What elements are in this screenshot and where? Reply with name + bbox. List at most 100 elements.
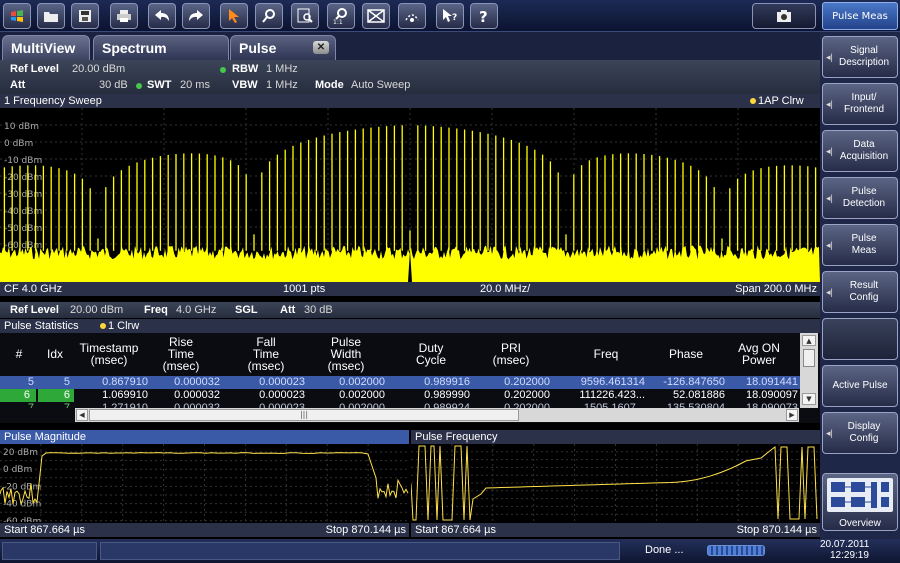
chevron-left-icon: ◂| [826, 146, 833, 156]
column-header[interactable]: Idx [40, 348, 70, 360]
softkey-empty[interactable] [822, 318, 898, 360]
softkey-active-pulse[interactable]: Active Pulse [822, 365, 898, 407]
pulse-frequency-title-bar[interactable]: Pulse Frequency [411, 430, 820, 444]
pulse-meas-menu-button[interactable]: Pulse Meas [822, 2, 898, 30]
spectrum-settings-bar[interactable]: Ref Level 20.00 dBm Att 30 dB SWT 20 ms … [0, 60, 820, 94]
chevron-left-icon: ◂| [826, 287, 833, 297]
pulse-ref-level-value: 20.00 dBm [70, 304, 124, 316]
scroll-up-icon[interactable]: ▲ [802, 335, 816, 346]
zoom-table-icon[interactable] [291, 3, 319, 29]
softkey-pulse-detection[interactable]: ◂| Pulse Detection [822, 177, 898, 219]
rbw-label: RBW [232, 63, 259, 75]
tab-pulse[interactable]: Pulse ✕ [230, 35, 336, 60]
tab-multiview-label: MultiView [11, 40, 76, 56]
table-cell: 0.000023 [259, 376, 305, 388]
table-cell: 7 [27, 402, 34, 408]
y-tick-label: -10 dBm [4, 156, 42, 166]
softkey-input-frontend[interactable]: ◂| Input/ Frontend [822, 83, 898, 125]
save-icon[interactable] [71, 3, 99, 29]
column-header[interactable]: # [4, 348, 34, 360]
softkey-result-config[interactable]: ◂| Result Config [822, 271, 898, 313]
table-horizontal-scrollbar[interactable]: ◀ ||| ▶ [75, 408, 799, 422]
tab-multiview[interactable]: MultiView [2, 35, 90, 60]
softkey-display-config[interactable]: ◂| Display Config [822, 412, 898, 454]
zoom-out-icon[interactable] [362, 3, 390, 29]
svg-text:?: ? [479, 8, 488, 24]
progress-bar [707, 545, 765, 556]
status-field-left [2, 542, 97, 560]
softkey-label: Result Config [849, 280, 879, 303]
screenshot-icon[interactable] [752, 3, 816, 29]
softkey-label: Pulse Meas [851, 233, 877, 256]
softkey-data-acquisition[interactable]: ◂| Data Acquisition [822, 130, 898, 172]
open-icon[interactable] [37, 3, 65, 29]
column-header[interactable]: Avg ON Power [720, 342, 798, 366]
frequency-per-division: 20.0 MHz/ [480, 283, 531, 295]
pulse-magnitude-footer: Start 867.664 µs Stop 870.144 µs [0, 523, 409, 537]
softkey-overview[interactable]: Overview [822, 473, 898, 531]
close-icon[interactable]: ✕ [313, 41, 329, 54]
single-sweep-label: SGL [235, 304, 258, 316]
chevron-left-icon: ◂| [826, 193, 833, 203]
softkey-label: Data Acquisition [839, 139, 889, 162]
table-row[interactable]: 6 6 1.069910 0.000032 0.000023 0.002000 0.9899… [0, 389, 800, 402]
status-done: Done ... [645, 544, 684, 556]
help-icon[interactable]: ? [470, 3, 498, 29]
y-tick-label: -60 dBm [3, 517, 41, 522]
trace-dot-icon [750, 98, 756, 104]
horizontal-scroll-thumb[interactable]: ||| [89, 409, 519, 421]
table-cell: 111226.423... [579, 389, 645, 401]
pointer-icon[interactable] [220, 3, 248, 29]
tab-spectrum[interactable]: Spectrum [93, 35, 229, 60]
column-header[interactable]: Phase [647, 348, 725, 360]
tab-bar: MultiView Spectrum Pulse ✕ [0, 32, 820, 60]
table-vertical-scrollbar[interactable]: ▲ ▼ [800, 333, 818, 408]
column-header[interactable]: Rise Time (msec) [142, 336, 220, 372]
column-header[interactable]: Fall Time (msec) [227, 336, 305, 372]
pulse-frequency-title: Pulse Frequency [415, 431, 498, 443]
zoom-1-1-icon[interactable]: 1:1 [327, 3, 355, 29]
zoom-icon[interactable] [255, 3, 283, 29]
table-row[interactable]: 5 5 0.867910 0.000032 0.000023 0.002000 0.9899… [0, 376, 800, 389]
chevron-left-icon: ◂| [826, 428, 833, 438]
signal-icon[interactable] [398, 3, 426, 29]
column-header[interactable]: Freq [567, 348, 645, 360]
column-header[interactable]: Pulse Width (msec) [307, 336, 385, 372]
svg-text:1:1: 1:1 [333, 19, 343, 25]
print-icon[interactable] [110, 3, 138, 29]
pulse-frequency-plot[interactable] [411, 444, 820, 522]
rbw-value: 1 MHz [266, 63, 298, 75]
y-tick-label: -20 dBm [3, 482, 41, 492]
scroll-down-icon[interactable]: ▼ [802, 393, 816, 405]
frequency-sweep-title: 1 Frequency Sweep [4, 95, 102, 107]
scroll-thumb[interactable] [803, 349, 815, 367]
pulse-freq-label: Freq [144, 304, 168, 316]
scroll-left-icon[interactable]: ◀ [76, 409, 88, 421]
tab-spectrum-label: Spectrum [102, 40, 167, 56]
help-pointer-icon[interactable]: ? [436, 3, 464, 29]
redo-icon[interactable] [182, 3, 210, 29]
frequency-sweep-plot[interactable]: 10 dBm 0 dBm -10 dBm -20 dBm -30 dBm -40 dBm -… [0, 108, 820, 282]
table-cell: 7 [63, 402, 70, 408]
softkey-pulse-meas[interactable]: ◂| Pulse Meas [822, 224, 898, 266]
scroll-right-icon[interactable]: ▶ [786, 409, 798, 421]
softkey-signal-description[interactable]: ◂| Signal Description [822, 36, 898, 78]
pulse-magnitude-plot[interactable]: 20 dBm 0 dBm -20 dBm -40 dBm -60 dBm [0, 444, 409, 522]
pulse-statistics-title-bar[interactable]: Pulse Statistics 1 Clrw [0, 319, 820, 333]
undo-icon[interactable] [148, 3, 176, 29]
chevron-left-icon: ◂| [826, 99, 833, 109]
column-header[interactable]: Timestamp (msec) [70, 342, 148, 366]
pulse-settings-bar[interactable]: Ref Level 20.00 dBm Freq 4.0 GHz SGL Att… [0, 302, 820, 318]
table-cell: 6 [0, 389, 36, 402]
table-cell: 0.202000 [504, 376, 550, 388]
y-tick-label: 10 dBm [4, 122, 39, 132]
pulse-magnitude-title-bar[interactable]: Pulse Magnitude [0, 430, 409, 444]
softkey-panel: ◂| Signal Description ◂| Input/ Frontend ◂… [820, 32, 900, 539]
column-header[interactable]: PRI (msec) [472, 342, 550, 366]
table-cell: 18.090097 [746, 389, 798, 401]
stats-trace-label: 1 Clrw [108, 320, 140, 332]
windows-icon[interactable] [3, 3, 31, 29]
softkey-label: Pulse Detection [842, 186, 886, 209]
column-header[interactable]: Duty Cycle [392, 342, 470, 366]
frequency-sweep-title-bar[interactable]: 1 Frequency Sweep 1AP Clrw [0, 94, 820, 108]
